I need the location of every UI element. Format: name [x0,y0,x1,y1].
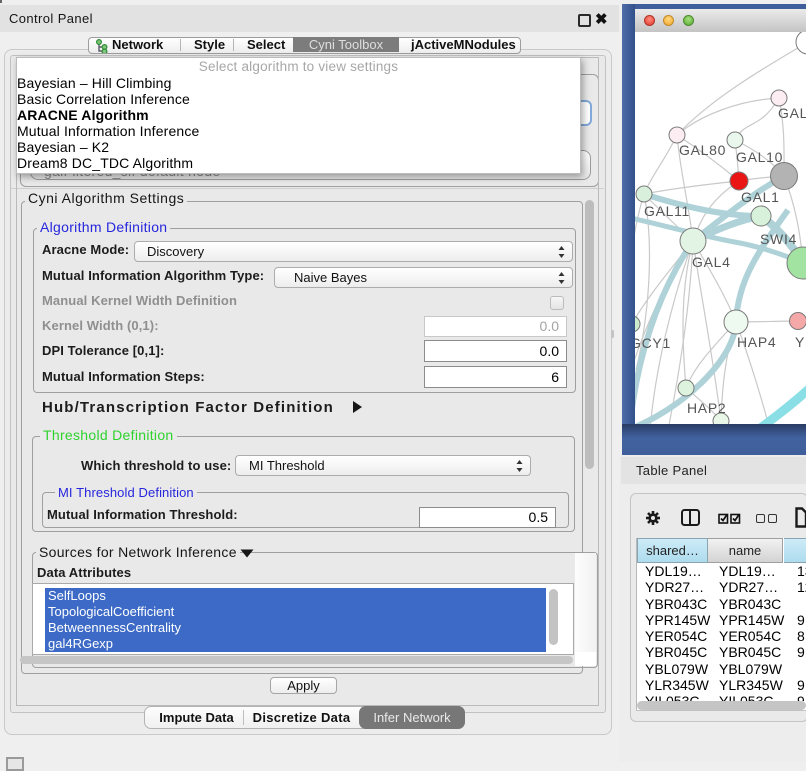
svg-text:SWI4: SWI4 [760,231,797,247]
svg-text:GAL11: GAL11 [644,203,690,219]
svg-text:GAL80: GAL80 [679,142,726,158]
svg-text:GAL7: GAL7 [778,105,806,121]
svg-text:HAP4: HAP4 [737,334,776,350]
svg-text:GAL10: GAL10 [736,149,783,165]
svg-text:GAL4: GAL4 [692,254,731,270]
svg-text:HAP2: HAP2 [687,400,726,416]
svg-text:GAL1: GAL1 [741,189,780,205]
svg-text:GCY1: GCY1 [635,335,671,351]
svg-text:Y: Y [795,334,805,350]
